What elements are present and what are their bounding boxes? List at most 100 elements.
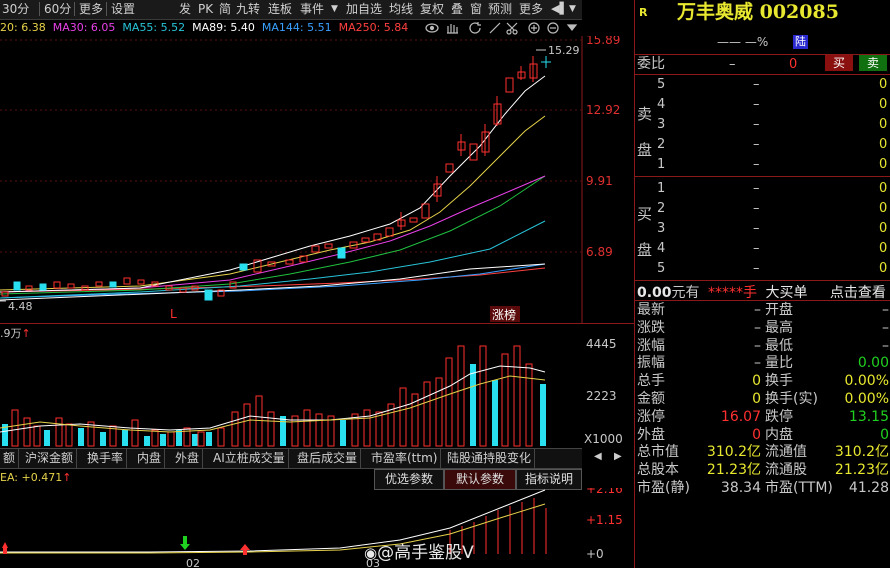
- low-marker: L: [170, 307, 177, 321]
- up-arrow-icon: [2, 542, 8, 548]
- stats-row: 涨停 16.07 跌停 13.15: [637, 408, 889, 426]
- level-number: 5: [657, 77, 666, 92]
- toolbar-fa[interactable]: 发: [179, 1, 191, 17]
- stat-label: 涨幅: [637, 337, 665, 354]
- stat-value: 0: [752, 373, 761, 390]
- buy-button[interactable]: 买: [825, 55, 853, 71]
- toolbar-more[interactable]: 更多: [519, 1, 543, 17]
- stat-value: 0.00%: [844, 390, 889, 407]
- scissors-icon[interactable]: [506, 22, 518, 35]
- default-params-button[interactable]: 默认参数: [444, 469, 516, 490]
- toolbar-jiuzhuan[interactable]: 九转: [236, 1, 260, 17]
- stats-row: 总股本 21.23亿 流通股 21.23亿: [637, 461, 889, 479]
- level-price: –: [753, 241, 760, 256]
- up-arrow-icon: [240, 544, 250, 550]
- toolbar-overlay[interactable]: 叠: [451, 1, 463, 17]
- sell-button[interactable]: 卖: [859, 55, 887, 71]
- ma30-value: MA30: 6.05: [52, 21, 116, 34]
- toolbar-jian[interactable]: 简: [219, 1, 231, 17]
- period-toolbar: 30分 60分 更多 设置 发 PK 简 九转 连板 事件 ▼ 加自选 均线 复…: [0, 0, 582, 20]
- price-axis-label: 15.89: [586, 36, 620, 47]
- weibo-icon: ◉: [364, 544, 378, 562]
- chevron-left-icon[interactable]: ◀: [594, 451, 602, 462]
- level-price: –: [753, 77, 760, 92]
- toolbar-forecast[interactable]: 预测: [488, 1, 512, 17]
- stats-row: 金额 0 换手(实) 0.00%: [637, 390, 889, 408]
- toolbar-restore-rights[interactable]: 复权: [420, 1, 444, 17]
- level-price: –: [753, 97, 760, 112]
- stat-value: –: [754, 337, 761, 354]
- panel-toggle-icon[interactable]: ◀▌: [551, 1, 568, 17]
- level-price: –: [753, 117, 760, 132]
- hand-icon[interactable]: [447, 24, 458, 34]
- big-order-summary[interactable]: 0.00元有 *****手 大买单 点击查看: [637, 282, 886, 302]
- tab-ai-volume[interactable]: AI立桩成交量: [210, 449, 289, 468]
- chevron-down-icon[interactable]: ▼: [331, 1, 338, 17]
- level-price: –: [753, 201, 760, 216]
- volume-axis-label: 4445: [586, 337, 617, 351]
- period-30min[interactable]: 30分: [2, 1, 29, 17]
- ma55-value: MA55: 5.52: [122, 21, 186, 34]
- stat-label: 换手: [765, 373, 793, 390]
- level-number: 1: [657, 157, 666, 172]
- sell-side-label: 卖盘: [637, 105, 653, 159]
- ma20-value: 20: 6.38: [0, 21, 46, 34]
- more-periods-button[interactable]: 更多: [79, 1, 103, 17]
- pen-icon[interactable]: [489, 22, 501, 34]
- indicator-help-button[interactable]: 指标说明: [516, 469, 582, 490]
- level-number: 2: [657, 201, 666, 216]
- level-number: 3: [657, 117, 666, 132]
- ma144-value: MA144: 5.51: [261, 21, 332, 34]
- low-price-label: 4.48: [8, 300, 33, 313]
- tab-turnover[interactable]: 换手率: [84, 449, 128, 468]
- indicator-chart[interactable]: +2.16 +1.15 +0 02 03: [0, 488, 634, 568]
- stat-value: 0: [880, 426, 889, 443]
- stat-value: –: [754, 319, 761, 336]
- zoom-in-icon[interactable]: [528, 22, 540, 34]
- zhangbang-badge[interactable]: 涨榜: [492, 307, 516, 322]
- level-number: 3: [657, 221, 666, 236]
- stat-label: 最新: [637, 302, 665, 318]
- eye-icon[interactable]: [425, 23, 439, 33]
- menu-icon[interactable]: [566, 24, 578, 31]
- indicator-axis-label: +2.16: [586, 488, 623, 496]
- candlestick-chart[interactable]: 15.29 4.48 15.89 12.92 9.91 6.89 L 涨榜: [0, 36, 634, 324]
- preferred-params-button[interactable]: 优选参数: [374, 469, 444, 490]
- level-volume: 0: [879, 241, 888, 256]
- level-price: –: [753, 261, 760, 276]
- r-badge: R: [639, 6, 648, 19]
- toolbar-pk[interactable]: PK: [198, 1, 213, 17]
- tab-inner[interactable]: 内盘: [134, 449, 166, 468]
- price-axis-label: 6.89: [586, 245, 613, 259]
- indicator-tabs: 额 沪深金额 换手率 内盘 外盘 AI立桩成交量 盘后成交量 市盈率(ttm) …: [0, 448, 622, 469]
- toolbar-window[interactable]: 窗: [470, 1, 482, 17]
- settings-button[interactable]: 设置: [111, 1, 135, 17]
- stat-label: 换手(实): [765, 390, 818, 407]
- volume-axis-label: 2223: [586, 389, 617, 403]
- stat-value: –: [882, 302, 889, 318]
- toolbar-lianban[interactable]: 连板: [268, 1, 292, 17]
- toolbar-ma[interactable]: 均线: [389, 1, 413, 17]
- stat-value: 21.23亿: [706, 462, 761, 479]
- add-watchlist-button[interactable]: 加自选: [346, 1, 382, 17]
- tab-northbound[interactable]: 陆股通持股变化: [444, 449, 536, 468]
- tab-pe-ttm[interactable]: 市盈率(ttm): [368, 449, 442, 468]
- chevron-right-icon[interactable]: ▶: [614, 451, 622, 462]
- chevron-down-icon[interactable]: ▼: [569, 1, 576, 17]
- volume-chart[interactable]: 4445 2223 X1000: [0, 324, 634, 448]
- tab-hushen-amount[interactable]: 沪深金额: [22, 449, 78, 468]
- toolbar-events[interactable]: 事件: [300, 1, 324, 17]
- level-volume: 0: [879, 157, 888, 172]
- tab-after-hours-volume[interactable]: 盘后成交量: [294, 449, 362, 468]
- level-number: 2: [657, 137, 666, 152]
- tab-amount[interactable]: 额: [0, 449, 20, 468]
- refresh-icon[interactable]: [469, 22, 481, 34]
- stats-row: 总市值 310.2亿 流通值 310.2亿: [637, 443, 889, 461]
- period-60min[interactable]: 60分: [44, 1, 71, 17]
- stats-table: 最新 – 开盘 – 涨跌 – 最高 – 涨幅 – 最低 – 振幅 – 量比 0.00 总手 0 换手 0.00% 金额 0…: [637, 301, 889, 497]
- tab-outer[interactable]: 外盘: [172, 449, 204, 468]
- zoom-out-icon[interactable]: [547, 22, 559, 34]
- buy-side-label: 买盘: [637, 205, 653, 259]
- stat-value: 16.07: [720, 408, 761, 425]
- level-volume: 0: [879, 97, 888, 112]
